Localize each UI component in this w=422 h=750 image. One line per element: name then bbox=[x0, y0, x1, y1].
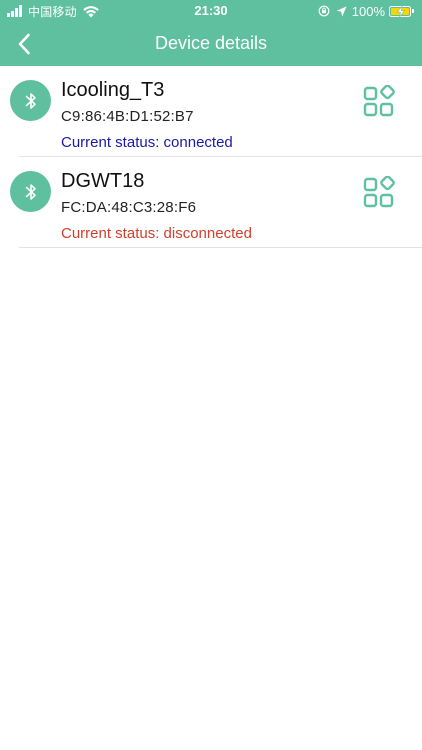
app-header: 中国移动 21:30 100% Device details bbox=[0, 0, 422, 66]
divider bbox=[19, 247, 422, 248]
device-item[interactable]: DGWT18 FC:DA:48:C3:28:F6 Current status:… bbox=[0, 157, 422, 248]
bluetooth-icon bbox=[10, 80, 51, 121]
status-bar-right: 100% bbox=[318, 3, 414, 19]
status-bar: 中国移动 21:30 100% bbox=[0, 0, 422, 22]
battery-cap bbox=[412, 9, 414, 13]
apps-grid-icon bbox=[363, 175, 395, 208]
device-item[interactable]: Icooling_T3 C9:86:4B:D1:52:B7 Current st… bbox=[0, 66, 422, 157]
location-icon bbox=[336, 6, 347, 16]
device-status: Current status: connected bbox=[61, 134, 233, 151]
rotation-lock-icon bbox=[318, 5, 330, 17]
device-mac-address: FC:DA:48:C3:28:F6 bbox=[61, 199, 197, 216]
device-name: Icooling_T3 bbox=[61, 79, 165, 101]
device-list: Icooling_T3 C9:86:4B:D1:52:B7 Current st… bbox=[0, 66, 422, 248]
battery-percent: 100% bbox=[351, 3, 385, 19]
device-mac-address: C9:86:4B:D1:52:B7 bbox=[61, 108, 194, 125]
device-name: DGWT18 bbox=[61, 170, 145, 192]
page-title: Device details bbox=[154, 33, 268, 53]
device-status: Current status: disconnected bbox=[61, 225, 252, 242]
device-menu-button[interactable] bbox=[362, 84, 396, 119]
nav-bar: Device details bbox=[0, 22, 422, 66]
battery-charging-icon bbox=[389, 5, 411, 17]
bluetooth-icon bbox=[10, 171, 51, 212]
device-menu-button[interactable] bbox=[362, 175, 396, 210]
apps-grid-icon bbox=[363, 84, 395, 117]
